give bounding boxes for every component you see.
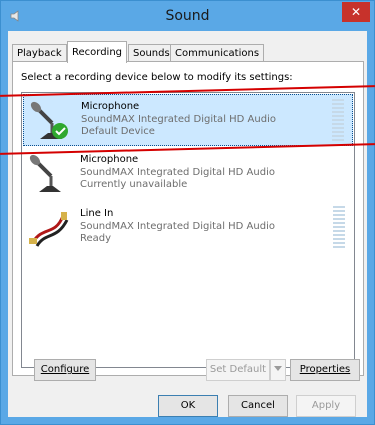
set-default-button[interactable]: Set Default (206, 359, 270, 381)
device-list[interactable]: Microphone SoundMAX Integrated Digital H… (21, 92, 355, 368)
apply-button[interactable]: Apply (296, 395, 356, 417)
configure-button[interactable]: Configure (34, 359, 96, 381)
level-meter (333, 206, 345, 250)
list-item[interactable]: Microphone SoundMAX Integrated Digital H… (23, 94, 353, 146)
window-title: Sound (165, 8, 210, 24)
microphone-icon (30, 101, 68, 139)
set-default-label: Set Default (209, 364, 267, 375)
cancel-button[interactable]: Cancel (228, 395, 288, 417)
level-meter (332, 99, 344, 143)
properties-button[interactable]: Properties (290, 359, 360, 381)
device-description: SoundMAX Integrated Digital HD Audio (81, 114, 276, 125)
list-item[interactable]: Line In SoundMAX Integrated Digital HD A… (23, 202, 353, 254)
title-bar[interactable]: Sound ✕ (1, 1, 374, 31)
device-status: Currently unavailable (80, 179, 188, 190)
set-default-dropdown[interactable] (270, 359, 286, 381)
device-name: Microphone (80, 154, 139, 165)
close-button[interactable]: ✕ (342, 2, 370, 22)
properties-label: Properties (299, 364, 351, 375)
device-description: SoundMAX Integrated Digital HD Audio (80, 167, 275, 178)
device-name: Line In (80, 208, 114, 219)
device-description: SoundMAX Integrated Digital HD Audio (80, 221, 275, 232)
list-item[interactable]: Microphone SoundMAX Integrated Digital H… (23, 148, 353, 200)
device-status: Default Device (81, 126, 155, 137)
recording-panel: Select a recording device below to modif… (12, 61, 364, 376)
device-name: Microphone (81, 101, 140, 112)
tab-recording[interactable]: Recording (67, 41, 128, 63)
dialog-client: Playback Recording Sounds Communications… (8, 31, 367, 417)
chevron-down-icon (274, 366, 282, 371)
ok-button[interactable]: OK (158, 395, 218, 417)
microphone-icon (29, 154, 61, 192)
configure-label: Configure (40, 364, 90, 375)
device-status: Ready (80, 233, 112, 244)
sound-window: Sound ✕ Playback Recording Sounds Commun… (0, 0, 375, 425)
line-in-cable-icon (29, 212, 69, 247)
instruction-text: Select a recording device below to modif… (21, 72, 293, 83)
